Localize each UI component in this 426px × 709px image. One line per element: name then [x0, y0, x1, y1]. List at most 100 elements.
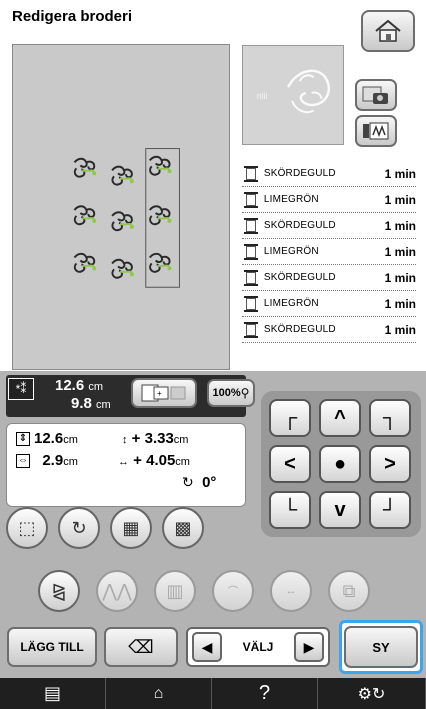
border-icon: ⧉	[342, 580, 356, 601]
thread-time: 1 min	[384, 166, 416, 181]
move-down-button[interactable]: v	[319, 491, 361, 529]
thread-row[interactable]: LIMEGRÖN 1 min	[242, 239, 416, 265]
info-offset-horizontal: ↔ + 4.05cm	[118, 452, 190, 469]
move-up-right-button[interactable]: ┐	[369, 399, 411, 437]
machine-button[interactable]: ⌂	[106, 678, 212, 709]
svg-text:+: +	[157, 389, 162, 398]
move-down-left-button[interactable]: └	[269, 491, 311, 529]
horizontal-offset-icon: ↔	[118, 456, 129, 468]
thread-name: SKÖRDEGULD	[263, 168, 336, 179]
document-icon: ▤	[43, 683, 61, 703]
thread-row[interactable]: SKÖRDEGULD 1 min	[242, 265, 416, 291]
settings-button[interactable]: ⚙↻	[318, 678, 426, 709]
mirror-icon: ⧎	[51, 580, 67, 601]
delete-button[interactable]: ⌫	[104, 627, 178, 667]
center-button[interactable]: ●	[319, 445, 361, 483]
frame-icon: +	[141, 384, 186, 402]
array-button[interactable]: ▦	[110, 507, 152, 549]
document-button[interactable]: ▤	[0, 678, 106, 709]
thread-time: 1 min	[384, 244, 416, 259]
curve-text-button[interactable]: ⌒	[212, 570, 254, 612]
thread-name: SKÖRDEGULD	[263, 324, 336, 335]
stitch-density-icon: ⋀⋀	[102, 580, 132, 601]
spool-icon	[244, 217, 258, 234]
pattern-preview: nlii	[242, 45, 344, 145]
thread-display-icon	[363, 122, 389, 140]
thread-time: 1 min	[384, 270, 416, 285]
resize-button[interactable]: ⬚	[6, 507, 48, 549]
letter-spacing-button[interactable]: ↔	[270, 570, 312, 612]
curve-text-icon: ⌒	[227, 586, 239, 598]
thread-time: 1 min	[384, 322, 416, 337]
zoom-button[interactable]: 100% ⚲	[207, 379, 255, 407]
select-prev-button[interactable]: ◀	[192, 632, 222, 662]
eraser-icon: ⌫	[128, 636, 154, 657]
density-icon: ▩	[174, 517, 192, 538]
thread-row[interactable]: SKÖRDEGULD 1 min	[242, 317, 416, 343]
camera-button[interactable]	[355, 79, 397, 111]
help-button[interactable]: ?	[212, 678, 318, 709]
thread-color-list: SKÖRDEGULD 1 min LIMEGRÖN 1 min SKÖRDEGULD 1 …	[242, 161, 416, 343]
height-icon: ⇕	[16, 432, 30, 447]
machine-icon: ⌂	[153, 684, 164, 702]
thread-display-button[interactable]	[355, 115, 397, 147]
thread-name: SKÖRDEGULD	[263, 272, 336, 283]
home-button[interactable]	[361, 10, 415, 52]
spool-icon	[244, 165, 258, 182]
move-down-right-button[interactable]: ┘	[369, 491, 411, 529]
select-control: ◀ VÄLJ ▶	[186, 627, 330, 667]
thread-time: 1 min	[384, 218, 416, 233]
page-title: Redigera broderi	[12, 8, 133, 25]
thread-change-button[interactable]: ▥	[154, 570, 196, 612]
move-up-left-button[interactable]: ┌	[269, 399, 311, 437]
settings-icon: ⚙↻	[357, 685, 386, 703]
thread-name: LIMEGRÖN	[263, 298, 319, 309]
mirror-button[interactable]: ⧎	[38, 570, 80, 612]
spool-icon	[244, 191, 258, 208]
thread-name: LIMEGRÖN	[263, 194, 319, 205]
select-label: VÄLJ	[242, 640, 274, 654]
camera-icon	[362, 86, 388, 104]
home-icon	[375, 19, 401, 42]
info-width: ⇔ 2.9cm	[16, 452, 78, 469]
spool-icon	[244, 269, 258, 286]
thread-row[interactable]: SKÖRDEGULD 1 min	[242, 213, 416, 239]
thread-time: 1 min	[384, 192, 416, 207]
array-icon: ▦	[122, 517, 140, 538]
stitch-density-button[interactable]: ⋀⋀	[96, 570, 138, 612]
rotate-button[interactable]: ↻	[58, 507, 100, 549]
thread-row[interactable]: LIMEGRÖN 1 min	[242, 187, 416, 213]
width-icon: ⇔	[16, 454, 30, 469]
rotate-icon: ↻	[71, 517, 87, 538]
add-button[interactable]: LÄGG TILL	[7, 627, 97, 667]
border-button[interactable]: ⧉	[328, 570, 370, 612]
embroidery-patterns	[73, 148, 180, 288]
move-up-button[interactable]: ^	[319, 399, 361, 437]
move-pad: ┌ ^ ┐ < ● > └ v ┘	[261, 391, 421, 537]
arrow-right-icon: ▶	[303, 638, 315, 655]
move-right-button[interactable]: >	[369, 445, 411, 483]
sew-button[interactable]: SY	[344, 626, 418, 668]
info-offset-vertical: ↕ + 3.33cm	[122, 430, 189, 447]
size-icon: *⁑	[8, 378, 34, 400]
zoom-label: 100%	[212, 387, 241, 399]
thread-row[interactable]: SKÖRDEGULD 1 min	[242, 161, 416, 187]
preview-text: nlii	[257, 91, 268, 101]
thread-time: 1 min	[384, 296, 416, 311]
size-height: 12.6 cm	[55, 377, 104, 394]
embroidery-canvas[interactable]	[12, 44, 230, 370]
thread-name: SKÖRDEGULD	[263, 220, 336, 231]
select-next-button[interactable]: ▶	[294, 632, 324, 662]
density-button[interactable]: ▩	[162, 507, 204, 549]
rotation-small-icon: ↻	[182, 474, 194, 490]
spool-icon	[244, 243, 258, 260]
thread-row[interactable]: LIMEGRÖN 1 min	[242, 291, 416, 317]
frame-select-button[interactable]: +	[131, 378, 197, 408]
arrow-left-icon: ◀	[201, 638, 213, 655]
letter-spacing-icon: ↔	[285, 585, 297, 597]
spool-icon	[244, 295, 258, 312]
spool-icon	[244, 321, 258, 338]
thread-name: LIMEGRÖN	[263, 246, 319, 257]
move-left-button[interactable]: <	[269, 445, 311, 483]
resize-icon: ⬚	[18, 517, 36, 538]
